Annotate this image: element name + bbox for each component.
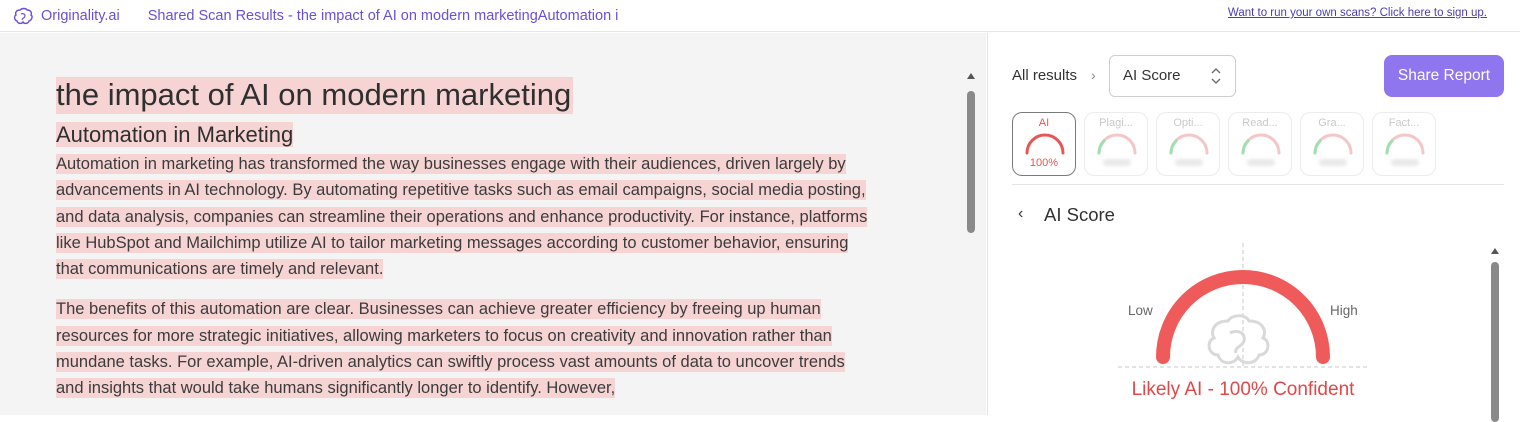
tile-label: Fact... bbox=[1388, 117, 1420, 129]
ai-verdict: Likely AI - 100% Confident bbox=[1131, 379, 1355, 400]
gauge-icon bbox=[1385, 133, 1425, 155]
select-value: AI Score bbox=[1123, 67, 1181, 84]
document-scrollbar[interactable] bbox=[966, 73, 976, 415]
blurred-value bbox=[1175, 159, 1203, 166]
brain-icon bbox=[13, 7, 33, 24]
gauge-icon bbox=[1097, 133, 1137, 155]
share-report-button[interactable]: Share Report bbox=[1384, 55, 1504, 97]
brain-watermark-icon bbox=[1207, 314, 1270, 365]
tile-label: AI bbox=[1038, 117, 1050, 129]
gauge-icon bbox=[1241, 133, 1281, 155]
tile-label: Opti... bbox=[1173, 117, 1203, 129]
tile-label: Plagi... bbox=[1099, 117, 1133, 129]
gauge-icon bbox=[1025, 133, 1065, 155]
paragraph-text: The benefits of this automation are clea… bbox=[56, 299, 845, 399]
scroll-up-icon[interactable] bbox=[1491, 248, 1499, 254]
page-title: Shared Scan Results - the impact of AI o… bbox=[147, 7, 619, 24]
top-bar: Originality.ai Shared Scan Results - the… bbox=[0, 0, 1520, 32]
tile-fact-check[interactable]: Fact... bbox=[1372, 112, 1436, 176]
blurred-value bbox=[1319, 159, 1347, 166]
gauge-icon bbox=[1313, 133, 1353, 155]
chevron-right-icon: › bbox=[1091, 67, 1096, 83]
scroll-up-icon[interactable] bbox=[967, 73, 975, 79]
brand[interactable]: Originality.ai bbox=[13, 7, 120, 25]
ai-score-gauge: Low High Likely AI - 100% Confident bbox=[1088, 243, 1408, 415]
document-pane: the impact of AI on modern marketing Aut… bbox=[0, 33, 986, 415]
tile-ai[interactable]: AI 100% bbox=[1012, 112, 1076, 176]
back-chevron-icon[interactable]: ‹ bbox=[1018, 205, 1023, 223]
tile-label: Gra... bbox=[1318, 117, 1346, 129]
up-down-chevron-icon bbox=[1211, 68, 1221, 84]
section-title: AI Score bbox=[1044, 204, 1115, 225]
paragraph: The benefits of this automation are clea… bbox=[56, 296, 876, 401]
signup-link[interactable]: Want to run your own scans? Click here t… bbox=[1228, 7, 1487, 19]
gauge-icon bbox=[1169, 133, 1209, 155]
scrollbar-thumb[interactable] bbox=[967, 91, 975, 233]
divider bbox=[1012, 184, 1504, 185]
tile-label: Read... bbox=[1242, 117, 1278, 129]
scrollbar-thumb[interactable] bbox=[1491, 262, 1499, 422]
document-content: the impact of AI on modern marketing Aut… bbox=[56, 75, 876, 402]
tile-plagiarism[interactable]: Plagi... bbox=[1084, 112, 1148, 176]
document-title: the impact of AI on modern marketing bbox=[56, 77, 574, 114]
results-scrollbar[interactable] bbox=[1490, 248, 1502, 422]
tile-optimization[interactable]: Opti... bbox=[1156, 112, 1220, 176]
tile-grammar[interactable]: Gra... bbox=[1300, 112, 1364, 176]
gauge-high-label: High bbox=[1330, 303, 1358, 318]
tile-readability[interactable]: Read... bbox=[1228, 112, 1292, 176]
document-subtitle: Automation in Marketing bbox=[56, 122, 294, 147]
result-type-select[interactable]: AI Score bbox=[1109, 55, 1236, 97]
brand-name: Originality.ai bbox=[41, 7, 120, 24]
blurred-value bbox=[1103, 159, 1131, 166]
breadcrumb-all-results[interactable]: All results bbox=[1012, 67, 1077, 84]
blurred-value bbox=[1391, 159, 1419, 166]
blurred-value bbox=[1247, 159, 1275, 166]
paragraph: Automation in marketing has transformed … bbox=[56, 151, 876, 282]
paragraph-text: Automation in marketing has transformed … bbox=[56, 154, 868, 280]
results-panel: All results › AI Score Share Report AI 1… bbox=[987, 33, 1520, 422]
gauge-low-label: Low bbox=[1128, 303, 1153, 318]
tile-value: 100% bbox=[1029, 157, 1059, 169]
